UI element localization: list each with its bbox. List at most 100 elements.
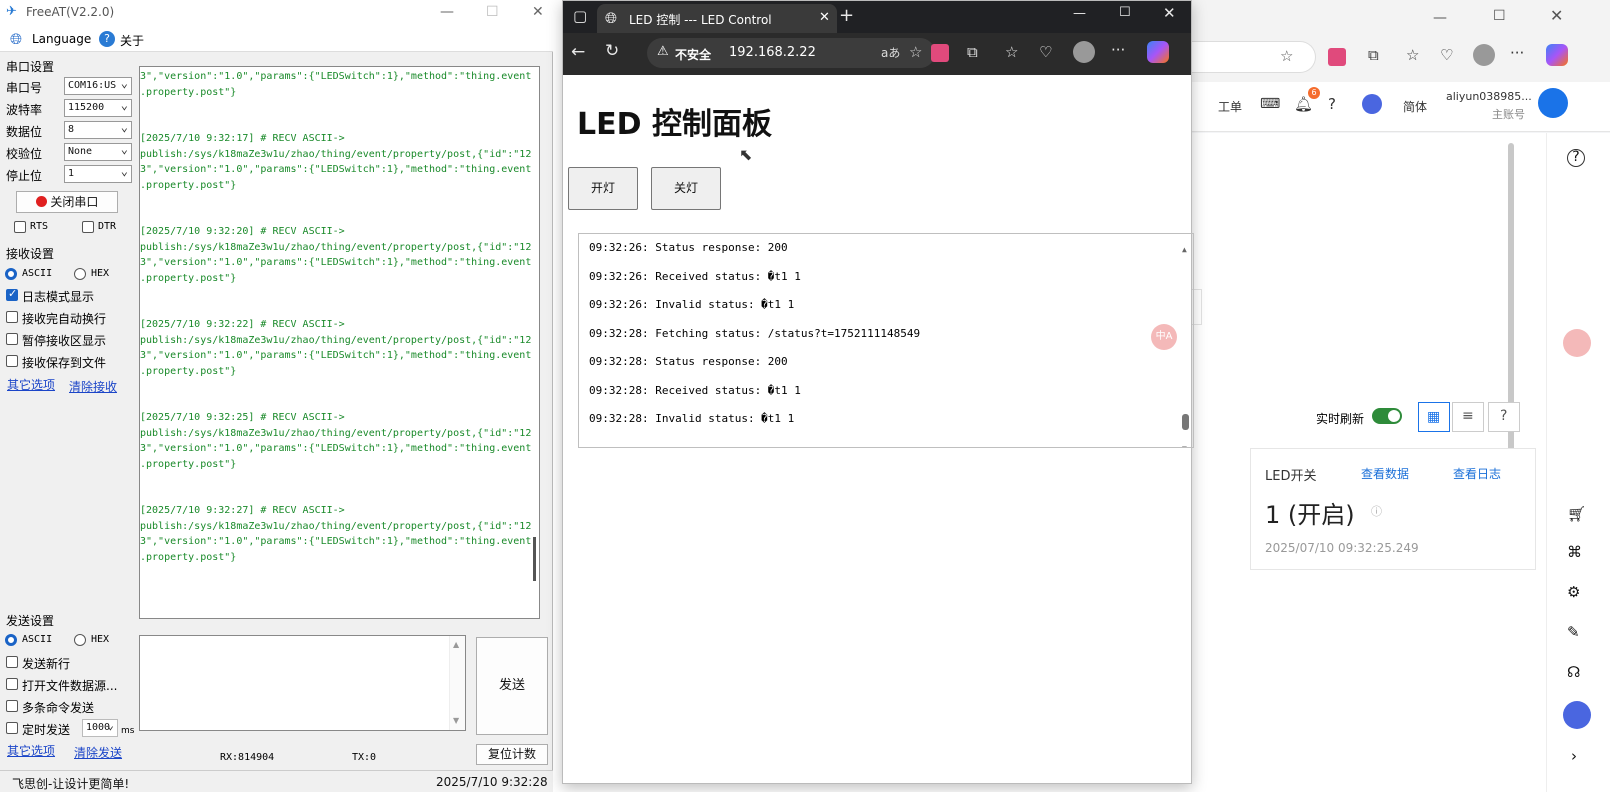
open-file-checkbox[interactable]	[6, 678, 18, 690]
ai-float-icon[interactable]	[1563, 701, 1591, 729]
recv-scrollbar[interactable]	[533, 537, 536, 581]
minimize-icon[interactable]: —	[1433, 10, 1447, 26]
favorites-icon[interactable]: ☆	[1005, 43, 1018, 61]
scroll-down-icon[interactable]: ▼	[1182, 435, 1187, 447]
translate-float-icon[interactable]	[1563, 329, 1591, 357]
translate-icon[interactable]	[1328, 48, 1346, 66]
health-icon[interactable]: ♡	[1039, 43, 1052, 61]
scroll-thumb[interactable]	[1182, 414, 1189, 430]
help-button[interactable]: ?	[1488, 402, 1520, 432]
view-data-link[interactable]: 查看数据	[1361, 465, 1409, 482]
port-select[interactable]: COM16:US	[64, 76, 132, 95]
translate-float-icon[interactable]: 中A	[1151, 324, 1177, 350]
close-icon[interactable]: ✕	[1550, 6, 1563, 25]
interval-input[interactable]: 1000	[82, 718, 118, 737]
recv-other-options-link[interactable]: 其它选项	[7, 376, 55, 393]
ai-assistant-icon[interactable]	[1362, 94, 1382, 114]
realtime-refresh-toggle[interactable]	[1372, 408, 1402, 424]
code-icon[interactable]: ⌘	[1567, 543, 1582, 561]
minimize-icon[interactable]: —	[1073, 6, 1086, 21]
timed-send-checkbox[interactable]	[6, 722, 18, 734]
about-menu[interactable]: 关于	[120, 32, 144, 49]
maximize-icon[interactable]: ☐	[1119, 5, 1131, 20]
light-on-button[interactable]: 开灯	[568, 167, 638, 210]
new-tab-icon[interactable]: +	[839, 5, 854, 26]
send-button[interactable]: 发送	[476, 637, 548, 735]
send-scrollbar[interactable]: ▲ ▼	[449, 636, 465, 730]
favorites-icon[interactable]: ☆	[1406, 46, 1419, 64]
edit-icon[interactable]: ✎	[1567, 623, 1580, 641]
translate-icon[interactable]	[931, 44, 949, 62]
extensions-icon[interactable]: ⧉	[967, 43, 978, 61]
language-menu[interactable]: Language	[32, 32, 91, 46]
clear-recv-link[interactable]: 清除接收	[69, 378, 117, 395]
expand-icon[interactable]: ›	[1571, 747, 1577, 765]
address-bar[interactable]: ⚠ 不安全 192.168.2.22 aあ ☆	[647, 38, 935, 68]
parity-select[interactable]: None	[64, 142, 132, 161]
favorite-star-icon[interactable]: ☆	[1280, 47, 1293, 65]
send-hex-radio[interactable]	[74, 634, 86, 646]
tab-led-control[interactable]: 🌐︎ LED 控制 --- LED Control ✕	[597, 4, 837, 33]
scroll-up-icon[interactable]: ▲	[1182, 236, 1187, 265]
help-circle-icon[interactable]: ?	[1567, 149, 1585, 167]
view-log-link[interactable]: 查看日志	[1453, 465, 1501, 482]
close-icon[interactable]: ✕	[1163, 4, 1176, 22]
send-ascii-radio[interactable]	[5, 634, 17, 646]
send-text-area[interactable]: ▲ ▼	[139, 635, 466, 731]
info-icon[interactable]: ⓘ	[1371, 503, 1382, 519]
cart-icon[interactable]: 🛒︎	[1567, 505, 1586, 523]
profile-avatar[interactable]	[1073, 41, 1095, 63]
baud-select[interactable]: 115200	[64, 98, 132, 117]
settings-icon[interactable]: ⚙	[1567, 583, 1580, 601]
more-icon[interactable]: ···	[1510, 44, 1524, 62]
help-icon[interactable]: ?	[1328, 95, 1336, 113]
maximize-icon[interactable]: ☐	[486, 4, 499, 20]
log-mode-checkbox[interactable]	[6, 287, 18, 301]
close-icon[interactable]: ✕	[532, 4, 544, 20]
copilot-icon[interactable]	[1147, 41, 1169, 63]
close-port-button[interactable]: 关闭串口	[16, 191, 118, 213]
pause-display-checkbox[interactable]	[6, 333, 18, 345]
save-file-checkbox[interactable]	[6, 355, 18, 367]
log-scrollbar[interactable]: ▲ ▼	[1179, 234, 1193, 447]
profile-avatar[interactable]	[1473, 44, 1495, 66]
menu-ticket[interactable]: 工单	[1218, 98, 1242, 115]
more-icon[interactable]: ···	[1111, 41, 1125, 59]
multi-cmd-checkbox[interactable]	[6, 700, 18, 712]
scroll-down-icon[interactable]: ▼	[453, 716, 459, 725]
minimize-icon[interactable]: —	[440, 4, 454, 20]
send-newline-checkbox[interactable]	[6, 656, 18, 668]
address-bar-partial[interactable]: ☆	[1188, 41, 1316, 73]
refresh-icon[interactable]: ↻	[605, 41, 619, 61]
status-log[interactable]: 09:32:26: Status response: 200 09:32:26: …	[578, 233, 1194, 448]
stopbits-select[interactable]: 1	[64, 164, 132, 183]
user-avatar[interactable]	[1538, 88, 1568, 118]
read-aloud-icon[interactable]: aあ	[881, 44, 900, 61]
copilot-icon[interactable]	[1546, 44, 1568, 66]
reset-count-button[interactable]: 复位计数	[476, 744, 548, 765]
grid-view-button[interactable]: ▦	[1418, 402, 1450, 432]
scroll-up-icon[interactable]: ▲	[453, 640, 459, 649]
recv-hex-radio[interactable]	[74, 268, 86, 280]
rts-checkbox[interactable]	[14, 221, 26, 233]
favorite-star-icon[interactable]: ☆	[909, 43, 922, 61]
headset-icon[interactable]: ☊	[1567, 663, 1580, 681]
clear-send-link[interactable]: 清除发送	[74, 744, 122, 761]
maximize-icon[interactable]: ☐	[1493, 8, 1506, 24]
tab-actions-icon[interactable]: ▢	[573, 7, 587, 25]
tab-close-icon[interactable]: ✕	[819, 10, 830, 25]
send-other-options-link[interactable]: 其它选项	[7, 742, 55, 759]
databits-select[interactable]: 8	[64, 120, 132, 139]
dtr-checkbox[interactable]	[82, 221, 94, 233]
auto-newline-checkbox[interactable]	[6, 311, 18, 323]
terminal-icon[interactable]: ⌨	[1260, 96, 1280, 112]
health-icon[interactable]: ♡	[1440, 46, 1453, 64]
back-icon[interactable]: ←	[571, 42, 585, 62]
language-switch[interactable]: 简体	[1403, 98, 1427, 115]
recv-text-area[interactable]: 3","version":"1.0","params":{"LEDSwitch"…	[139, 66, 540, 619]
account-name[interactable]: aliyun038985...	[1446, 90, 1532, 103]
light-off-button[interactable]: 关灯	[651, 167, 721, 210]
list-view-button[interactable]: ≡	[1452, 402, 1484, 432]
recv-ascii-radio[interactable]	[5, 268, 17, 280]
extensions-icon[interactable]: ⧉	[1368, 46, 1379, 64]
